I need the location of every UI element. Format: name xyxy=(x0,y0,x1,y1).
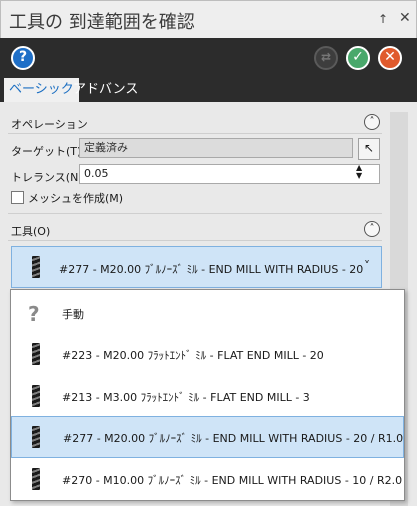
mesh-checkbox[interactable] xyxy=(11,191,24,204)
tool-option-label: #213 - M3.00 ﾌﾗｯﾄｴﾝﾄﾞ ﾐﾙ - FLAT END MILL… xyxy=(62,391,310,404)
tab-strip: ベーシック アドバンス xyxy=(0,78,417,102)
end-mill-icon xyxy=(32,256,40,278)
pick-target-button[interactable]: ↖ xyxy=(358,138,380,160)
end-mill-icon xyxy=(32,385,40,407)
tool-option-label: #277 - M20.00 ﾌﾞﾙﾉｰｽﾞ ﾐﾙ - END MILL WITH… xyxy=(63,432,403,445)
tool-option-label: #223 - M20.00 ﾌﾗｯﾄｴﾝﾄﾞ ﾐﾙ - FLAT END MIL… xyxy=(62,349,324,362)
tolerance-input[interactable]: 0.05 xyxy=(79,164,380,184)
ok-button[interactable]: ✓ xyxy=(346,46,370,70)
tool-option-label: 手動 xyxy=(62,308,84,321)
chevron-down-icon[interactable]: ˅ xyxy=(364,259,370,273)
help-button[interactable]: ? xyxy=(11,46,35,70)
end-mill-icon xyxy=(32,426,40,448)
tool-select-value: #277 - M20.00 ﾌﾞﾙﾉｰｽﾞ ﾐﾙ - END MILL WITH… xyxy=(59,263,363,276)
end-mill-icon xyxy=(32,343,40,365)
pin-icon[interactable]: ↑ xyxy=(378,12,388,26)
question-icon: ? xyxy=(28,302,40,326)
mesh-checkbox-label: メッシュを作成(M) xyxy=(28,192,124,205)
tool-select[interactable]: #277 - M20.00 ﾌﾞﾙﾉｰｽﾞ ﾐﾙ - END MILL WITH… xyxy=(11,246,382,288)
tool-option-manual[interactable]: ? 手動 xyxy=(11,292,404,334)
tool-option-270[interactable]: #270 - M10.00 ﾌﾞﾙﾉｰｽﾞ ﾐﾙ - END MILL WITH… xyxy=(11,458,404,500)
collapse-operation-icon[interactable]: ˄ xyxy=(364,114,380,130)
tool-option-223[interactable]: #223 - M20.00 ﾌﾗｯﾄｴﾝﾄﾞ ﾐﾙ - FLAT END MIL… xyxy=(11,333,404,375)
end-mill-icon xyxy=(32,468,40,490)
tool-option-277[interactable]: #277 - M20.00 ﾌﾞﾙﾉｰｽﾞ ﾐﾙ - END MILL WITH… xyxy=(11,416,404,458)
target-field: 定義済み xyxy=(79,138,353,158)
operation-divider xyxy=(8,133,382,134)
cursor-arrow-icon: ↖ xyxy=(363,141,375,155)
window-title: 工具の 到達範囲を確認 xyxy=(9,12,195,33)
close-icon[interactable]: ✕ xyxy=(399,10,411,26)
cancel-button[interactable]: ✕ xyxy=(378,46,402,70)
tolerance-spinner[interactable]: ▲ ▼ xyxy=(356,164,378,180)
title-bar: 工具の 到達範囲を確認 ↑ ✕ xyxy=(0,0,417,38)
spin-down-icon[interactable]: ▼ xyxy=(356,172,378,180)
operation-section-title: オペレーション xyxy=(11,118,88,131)
target-label: ターゲット(T): xyxy=(11,145,86,158)
tab-advanced[interactable]: アドバンス xyxy=(68,78,143,102)
tolerance-label: トレランス(N): xyxy=(11,171,87,184)
section-divider xyxy=(8,213,382,214)
preview-icon[interactable]: ⇄ xyxy=(314,46,338,70)
tool-option-label: #270 - M10.00 ﾌﾞﾙﾉｰｽﾞ ﾐﾙ - END MILL WITH… xyxy=(62,474,402,487)
collapse-tool-icon[interactable]: ˄ xyxy=(364,221,380,237)
tool-divider xyxy=(8,240,382,241)
tool-section-title: 工具(O) xyxy=(11,225,51,238)
tool-dropdown-list: ? 手動 #223 - M20.00 ﾌﾗｯﾄｴﾝﾄﾞ ﾐﾙ - FLAT EN… xyxy=(10,289,405,501)
tool-option-213[interactable]: #213 - M3.00 ﾌﾗｯﾄｴﾝﾄﾞ ﾐﾙ - FLAT END MILL… xyxy=(11,375,404,417)
